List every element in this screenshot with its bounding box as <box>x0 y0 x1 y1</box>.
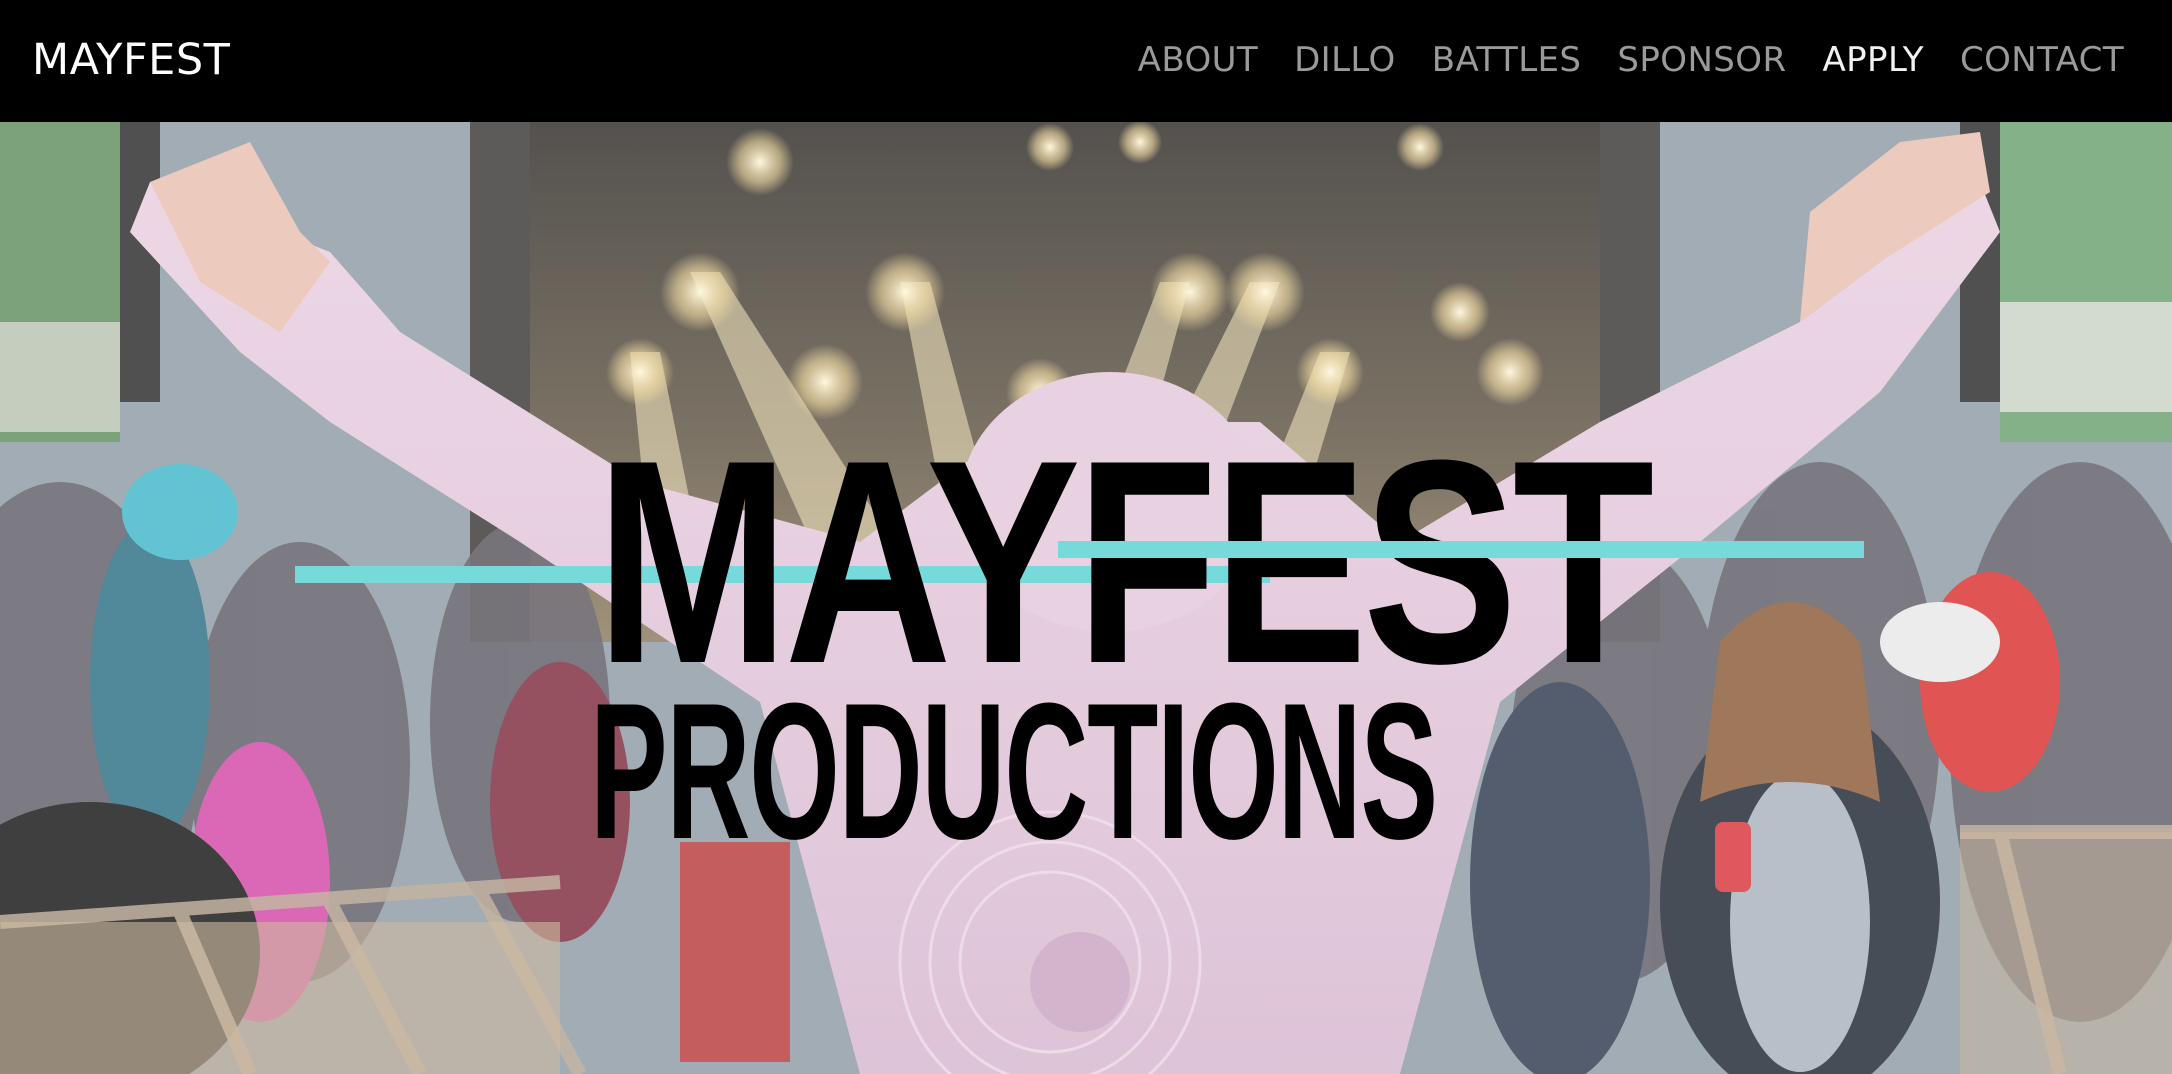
nav-link-contact[interactable]: CONTACT <box>1960 30 2124 90</box>
nav-link-dillo[interactable]: DILLO <box>1294 30 1396 90</box>
hero-banner: MAYFEST PRODUCTIONS <box>0 122 2172 1074</box>
nav-link-battles[interactable]: BATTLES <box>1432 30 1582 90</box>
brand-logo-link[interactable]: MAYFEST <box>32 30 230 90</box>
hero-overlay <box>0 122 2172 1074</box>
nav-link-about[interactable]: ABOUT <box>1138 30 1258 90</box>
main-nav: ABOUT DILLO BATTLES SPONSOR APPLY CONTAC… <box>1138 30 2124 90</box>
nav-link-apply[interactable]: APPLY <box>1822 30 1923 90</box>
top-navigation-bar: MAYFEST ABOUT DILLO BATTLES SPONSOR APPL… <box>0 0 2172 122</box>
nav-link-sponsor[interactable]: SPONSOR <box>1617 30 1786 90</box>
